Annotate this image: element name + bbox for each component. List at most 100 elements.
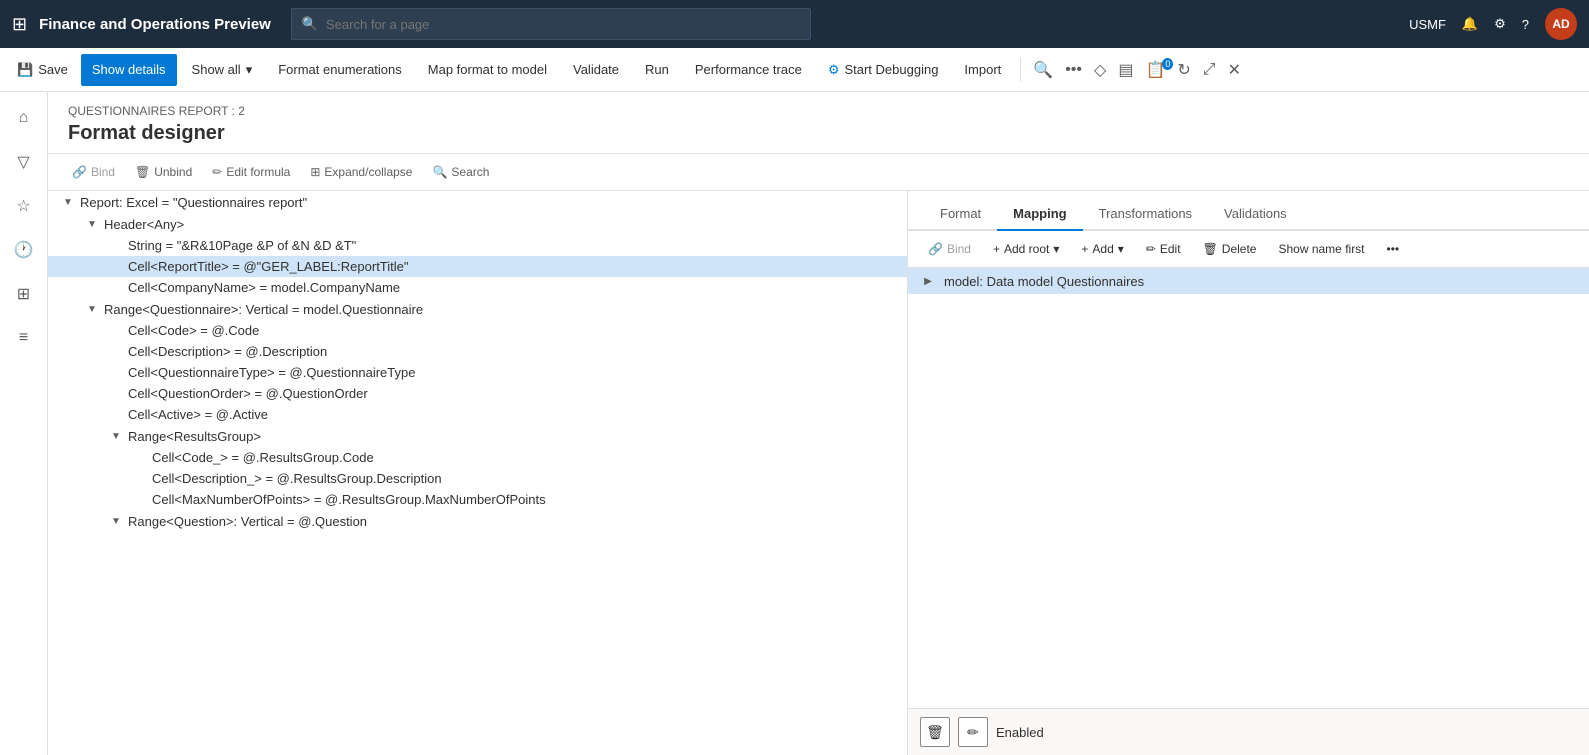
link-icon: 🔗 — [72, 165, 87, 179]
tree-item[interactable]: Cell<Code> = @.Code — [48, 320, 907, 341]
tree-item[interactable]: ▼Report: Excel = "Questionnaires report" — [48, 191, 907, 213]
expand-collapse-button[interactable]: ⊞ Expand/collapse — [302, 158, 420, 186]
toolbar-panel-icon[interactable]: ▤ — [1114, 60, 1137, 80]
unbind-button[interactable]: 🗑 Unbind — [127, 158, 200, 186]
tab-transformations[interactable]: Transformations — [1083, 198, 1208, 231]
tree-item[interactable]: Cell<Code_> = @.ResultsGroup.Code — [48, 447, 907, 468]
tree-toggle[interactable]: ▼ — [108, 428, 124, 444]
global-search-input[interactable] — [326, 17, 800, 32]
tree-container: ▼Report: Excel = "Questionnaires report"… — [48, 191, 907, 532]
mapping-add-button[interactable]: + Add ▾ — [1073, 235, 1131, 263]
sidebar-filter-icon[interactable]: ▽ — [6, 144, 42, 180]
mapping-delete-button[interactable]: 🗑 Delete — [1195, 235, 1265, 263]
tree-item-label: Cell<CompanyName> = model.CompanyName — [128, 280, 400, 295]
search-icon-sub: 🔍 — [432, 165, 447, 179]
mapping-more-button[interactable]: ••• — [1379, 235, 1408, 263]
tree-item[interactable]: Cell<Active> = @.Active — [48, 404, 907, 425]
mapping-bind-button[interactable]: 🔗 Bind — [920, 235, 979, 263]
tree-item[interactable]: String = "&R&10Page &P of &N &D &T" — [48, 235, 907, 256]
sidebar-list-icon[interactable]: ≡ — [6, 320, 42, 356]
tree-item[interactable]: ▼ Range<Questionnaire>: Vertical = model.… — [48, 298, 907, 320]
trash-icon-map: 🗑 — [1203, 242, 1218, 256]
tree-item[interactable]: Cell<Description> = @.Description — [48, 341, 907, 362]
global-search-bar[interactable]: 🔍 — [291, 8, 811, 40]
tree-item[interactable]: Cell<QuestionnaireType> = @.Questionnair… — [48, 362, 907, 383]
tab-validations[interactable]: Validations — [1208, 198, 1303, 231]
avatar[interactable]: AD — [1545, 8, 1577, 40]
map-format-to-model-button[interactable]: Map format to model — [417, 54, 558, 86]
settings-icon[interactable]: ⚙ — [1494, 16, 1506, 32]
mapping-edit-button[interactable]: ✏ Edit — [1138, 235, 1189, 263]
tree-item[interactable]: Cell<QuestionOrder> = @.QuestionOrder — [48, 383, 907, 404]
tree-item-label: Range<Questionnaire>: Vertical = model.Q… — [104, 302, 423, 317]
tree-item[interactable]: Cell<MaxNumberOfPoints> = @.ResultsGroup… — [48, 489, 907, 510]
mapping-show-name-first-button[interactable]: Show name first — [1270, 235, 1372, 263]
toolbar-diamond-icon[interactable]: ◇ — [1090, 60, 1110, 80]
chevron-down-icon: ▾ — [246, 62, 253, 78]
import-button[interactable]: Import — [953, 54, 1012, 86]
tree-toggle[interactable]: ▼ — [84, 301, 100, 317]
app-title: Finance and Operations Preview — [39, 16, 271, 33]
toolbar-close-icon[interactable]: ✕ — [1224, 60, 1245, 80]
toolbar-more-icon[interactable]: 🔍 — [1029, 60, 1057, 80]
nav-right-actions: USMF 🔔 ⚙ ? AD — [1409, 8, 1577, 40]
sidebar-star-icon[interactable]: ☆ — [6, 188, 42, 224]
sidebar-grid-icon[interactable]: ⊞ — [6, 276, 42, 312]
validate-button[interactable]: Validate — [562, 54, 630, 86]
tree-item-label: Cell<Description_> = @.ResultsGroup.Desc… — [152, 471, 442, 486]
tree-item-label: Cell<ReportTitle> = @"GER_LABEL:ReportTi… — [128, 259, 409, 274]
tree-item[interactable]: ▼ Range<Question>: Vertical = @.Question — [48, 510, 907, 532]
breadcrumb: QUESTIONNAIRES REPORT : 2 — [68, 104, 1569, 118]
tree-item-label: Range<Question>: Vertical = @.Question — [128, 514, 367, 529]
tree-item-label: String = "&R&10Page &P of &N &D &T" — [128, 238, 356, 253]
tree-item-label: Cell<Active> = @.Active — [128, 407, 268, 422]
chevron-add-root: ▾ — [1053, 242, 1059, 256]
tree-toggle[interactable]: ▼ — [108, 513, 124, 529]
search-icon: 🔍 — [302, 16, 318, 32]
mapping-tree: ▶ model: Data model Questionnaires — [908, 268, 1589, 708]
help-icon[interactable]: ? — [1522, 17, 1529, 32]
tree-item[interactable]: ▼ Header<Any> — [48, 213, 907, 235]
tree-item[interactable]: Cell<Description_> = @.ResultsGroup.Desc… — [48, 468, 907, 489]
format-enumerations-button[interactable]: Format enumerations — [267, 54, 413, 86]
tree-toggle-root[interactable]: ▶ — [920, 273, 936, 289]
notification-icon[interactable]: 🔔 — [1462, 16, 1478, 32]
tree-item-label: Cell<MaxNumberOfPoints> = @.ResultsGroup… — [152, 492, 546, 507]
sidebar-home-icon[interactable]: ⌂ — [6, 100, 42, 136]
tree-item[interactable]: Cell<CompanyName> = model.CompanyName — [48, 277, 907, 298]
tree-toggle[interactable]: ▼ — [60, 194, 76, 210]
toolbar-expand-icon[interactable]: ⤢ — [1199, 61, 1220, 79]
mapping-add-root-button[interactable]: + Add root ▾ — [985, 235, 1067, 263]
tab-mapping[interactable]: Mapping — [997, 198, 1082, 231]
mapping-tree-item-root[interactable]: ▶ model: Data model Questionnaires — [908, 268, 1589, 294]
page-header: QUESTIONNAIRES REPORT : 2 Format designe… — [48, 92, 1589, 154]
search-button[interactable]: 🔍 Search — [424, 158, 497, 186]
save-button[interactable]: 💾 Save — [8, 54, 77, 86]
delete-icon-button[interactable]: 🗑 — [920, 717, 950, 747]
trash-icon: 🗑 — [135, 165, 150, 179]
grid-icon[interactable]: ⊞ — [12, 14, 27, 35]
toolbar-refresh-icon[interactable]: ↻ — [1173, 60, 1194, 80]
show-all-button[interactable]: Show all ▾ — [181, 54, 264, 86]
sidebar-recent-icon[interactable]: 🕐 — [6, 232, 42, 268]
user-label: USMF — [1409, 17, 1446, 32]
sub-toolbar: 🔗 Bind 🗑 Unbind ✏ Edit formula ⊞ Expand/… — [48, 154, 1589, 191]
edit-icon-button[interactable]: ✏ — [958, 717, 988, 747]
toolbar-badge-icon[interactable]: 📋0 — [1141, 60, 1169, 80]
performance-trace-button[interactable]: Performance trace — [684, 54, 813, 86]
tree-item-label: Cell<QuestionOrder> = @.QuestionOrder — [128, 386, 368, 401]
tree-item-label: Cell<Code> = @.Code — [128, 323, 259, 338]
tree-toggle[interactable]: ▼ — [84, 216, 100, 232]
edit-formula-button[interactable]: ✏ Edit formula — [204, 158, 298, 186]
show-details-button[interactable]: Show details — [81, 54, 177, 86]
run-button[interactable]: Run — [634, 54, 680, 86]
content-area: QUESTIONNAIRES REPORT : 2 Format designe… — [48, 92, 1589, 755]
tree-item-label: Header<Any> — [104, 217, 184, 232]
main-container: ⌂ ▽ ☆ 🕐 ⊞ ≡ QUESTIONNAIRES REPORT : 2 Fo… — [0, 92, 1589, 755]
start-debugging-button[interactable]: ⚙ Start Debugging — [817, 54, 950, 86]
bind-button[interactable]: 🔗 Bind — [64, 158, 123, 186]
toolbar-ellipsis[interactable]: ••• — [1061, 61, 1086, 79]
tree-item[interactable]: Cell<ReportTitle> = @"GER_LABEL:ReportTi… — [48, 256, 907, 277]
tree-item[interactable]: ▼Range<ResultsGroup> — [48, 425, 907, 447]
tab-format[interactable]: Format — [924, 198, 997, 231]
